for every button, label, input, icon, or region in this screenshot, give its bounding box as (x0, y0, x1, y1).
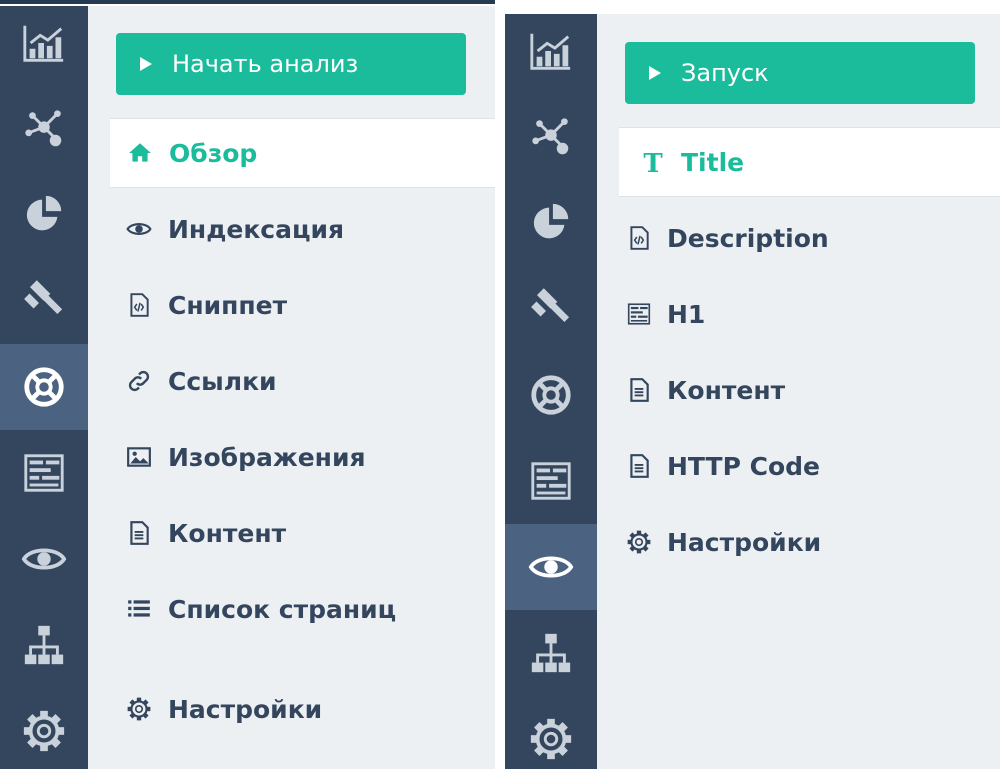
pie-chart-icon (21, 192, 67, 238)
rail-item-gavel[interactable] (505, 266, 597, 352)
rail-item-chart[interactable] (505, 14, 597, 94)
launch-label: Запуск (681, 59, 769, 87)
rail-item-network[interactable] (505, 94, 597, 180)
nav-item[interactable]: Ссылки (88, 346, 495, 416)
right-screen: Запуск T Title Description H1 Контент HTTP Co… (505, 14, 1000, 769)
nav-item[interactable]: Изображения (88, 422, 495, 492)
launch-button[interactable]: Запуск (625, 42, 975, 104)
rail-item-lifebuoy[interactable] (505, 352, 597, 438)
gear-icon (625, 528, 653, 556)
nav-item[interactable]: H1 (597, 279, 1000, 349)
svg-text:T: T (643, 149, 663, 175)
nav-item-label: HTTP Code (667, 451, 821, 481)
rail-item-lifebuoy[interactable] (0, 344, 88, 430)
gavel-icon (21, 278, 67, 324)
home-icon (126, 139, 154, 167)
network-icon (528, 114, 574, 160)
eye-icon (125, 215, 153, 243)
lifebuoy-icon (528, 372, 574, 418)
nav-item[interactable]: HTTP Code (597, 431, 1000, 501)
nav-item[interactable]: Контент (88, 498, 495, 568)
rail-item-pie-chart[interactable] (505, 180, 597, 266)
icon-rail (0, 6, 88, 769)
nav-item[interactable]: Настройки (88, 674, 495, 744)
rail-item-sitemap[interactable] (0, 602, 88, 688)
nav-item-label: Настройки (667, 527, 822, 557)
rail-item-dashboard[interactable] (505, 438, 597, 524)
rail-item-network[interactable] (0, 86, 88, 172)
document-icon (625, 376, 653, 404)
title-icon: T (639, 148, 667, 176)
nav-item-label: Обзор (169, 138, 258, 168)
code-file-icon (625, 224, 653, 252)
nav-item[interactable]: Обзор (110, 118, 495, 188)
chart-icon (528, 28, 574, 74)
nav-item-label: Изображения (168, 442, 366, 472)
nav-item[interactable]: Контент (597, 355, 1000, 425)
network-icon (21, 106, 67, 152)
rail-item-eye[interactable] (0, 516, 88, 602)
gear-icon (21, 708, 67, 754)
pie-chart-icon (528, 200, 574, 246)
rail-item-pie-chart[interactable] (0, 172, 88, 258)
code-file-icon (125, 291, 153, 319)
nav-item-label: Список страниц (168, 594, 397, 624)
list-icon (125, 595, 153, 623)
rail-item-gear[interactable] (0, 688, 88, 769)
nav-item-label: Title (681, 147, 745, 177)
link-icon (125, 367, 153, 395)
nav-item[interactable]: Индексация (88, 194, 495, 264)
dashboard-icon (528, 458, 574, 504)
nav-item[interactable]: T Title (619, 127, 1000, 197)
nav-item-label: Настройки (168, 694, 323, 724)
nav-item-label: Контент (168, 518, 287, 548)
nav-item[interactable]: Description (597, 203, 1000, 273)
left-screen: Начать анализ Обзор Индексация Сниппет Ссыл… (0, 6, 495, 769)
start-analysis-button[interactable]: Начать анализ (116, 33, 466, 95)
dashboard-icon (21, 450, 67, 496)
play-icon (140, 57, 152, 71)
rail-item-gear[interactable] (505, 696, 597, 769)
sitemap-icon (21, 622, 67, 668)
nav-item-label: Сниппет (168, 290, 288, 320)
sitemap-icon (528, 630, 574, 676)
gear-icon (125, 695, 153, 723)
document-icon (125, 519, 153, 547)
sidebar-content: Начать анализ Обзор Индексация Сниппет Ссыл… (88, 6, 495, 769)
rail-item-gavel[interactable] (0, 258, 88, 344)
rail-item-chart[interactable] (0, 6, 88, 86)
sidebar-content: Запуск T Title Description H1 Контент HTTP Co… (597, 14, 1000, 769)
nav-item-label: H1 (667, 299, 706, 329)
rail-item-sitemap[interactable] (505, 610, 597, 696)
rail-item-eye[interactable] (505, 524, 597, 610)
nav-item-label: Ссылки (168, 366, 277, 396)
gear-icon (528, 716, 574, 762)
icon-rail (505, 14, 597, 769)
dashboard-icon (625, 300, 653, 328)
lifebuoy-icon (21, 364, 67, 410)
nav-item-label: Индексация (168, 214, 345, 244)
eye-icon (21, 536, 67, 582)
rail-item-dashboard[interactable] (0, 430, 88, 516)
nav-item-label: Description (667, 223, 829, 253)
nav-item[interactable]: Сниппет (88, 270, 495, 340)
nav-item-label: Контент (667, 375, 786, 405)
eye-icon (528, 544, 574, 590)
nav-item[interactable]: Настройки (597, 507, 1000, 577)
nav-item[interactable]: Список страниц (88, 574, 495, 644)
image-icon (125, 443, 153, 471)
document-icon (625, 452, 653, 480)
play-icon (649, 66, 661, 80)
start-analysis-label: Начать анализ (172, 50, 359, 78)
gavel-icon (528, 286, 574, 332)
chart-icon (21, 20, 67, 66)
